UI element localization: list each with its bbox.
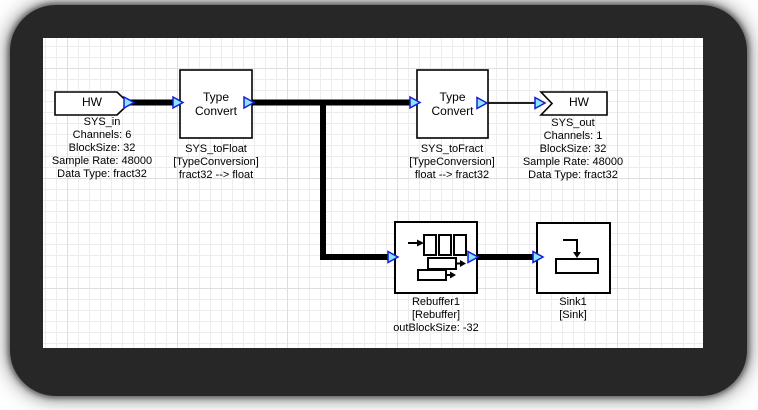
block-prop: Data Type: fract32 — [498, 169, 648, 182]
block-name: SYS_toFloat — [141, 143, 291, 156]
sysout-caption: SYS_out Channels: 1 BlockSize: 32 Sample… — [498, 117, 648, 182]
tofloat-caption: SYS_toFloat [TypeConversion] fract32 -->… — [141, 143, 291, 182]
block-name: Sink1 — [498, 296, 648, 309]
block-name: Rebuffer1 — [361, 296, 511, 309]
block-name: SYS_in — [27, 116, 177, 129]
design-canvas[interactable]: HW Type Convert Type Convert HW SYS_in C… — [43, 38, 703, 348]
type-convert-tofract-title: Type Convert — [417, 70, 488, 138]
block-type: [TypeConversion] — [141, 156, 291, 169]
block-prop: Channels: 1 — [498, 130, 648, 143]
block-name: SYS_out — [498, 117, 648, 130]
sink-caption: Sink1 [Sink] — [498, 296, 648, 322]
block-prop: Channels: 6 — [27, 129, 177, 142]
block-detail: outBlockSize: -32 — [361, 322, 511, 335]
hw-input-title: HW — [57, 96, 127, 109]
hw-output-title: HW — [543, 96, 615, 109]
block-detail: fract32 --> float — [141, 169, 291, 182]
block-type: [Sink] — [498, 309, 648, 322]
block-prop: BlockSize: 32 — [498, 143, 648, 156]
block-type: [Rebuffer] — [361, 309, 511, 322]
rebuffer-caption: Rebuffer1 [Rebuffer] outBlockSize: -32 — [361, 296, 511, 335]
type-convert-tofloat-title: Type Convert — [180, 70, 252, 138]
window-frame: HW Type Convert Type Convert HW SYS_in C… — [10, 5, 747, 396]
block-prop: Sample Rate: 48000 — [498, 156, 648, 169]
screenshot-page: HW Type Convert Type Convert HW SYS_in C… — [0, 0, 758, 410]
